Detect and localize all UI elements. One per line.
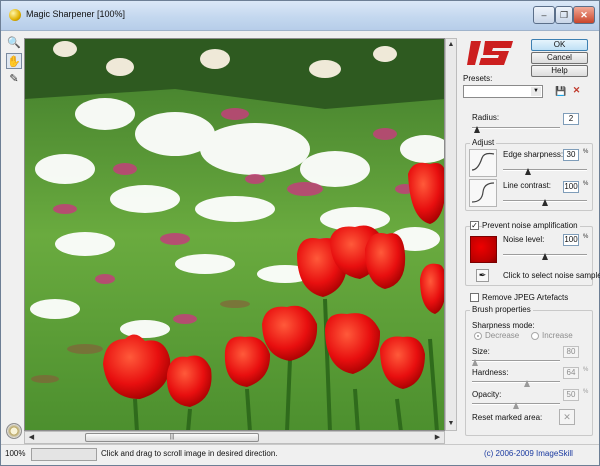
- chevron-down-icon[interactable]: ▼: [531, 87, 541, 96]
- delete-preset-icon[interactable]: ✕: [571, 85, 582, 96]
- size-input[interactable]: 80: [563, 346, 579, 358]
- increase-radio[interactable]: [531, 332, 539, 340]
- scroll-right-arrow-icon[interactable]: ▶: [431, 432, 444, 443]
- slider-thumb[interactable]: [472, 359, 478, 366]
- edge-sharpness-unit: %: [583, 149, 589, 155]
- scroll-up-arrow-icon[interactable]: ▲: [446, 39, 456, 51]
- tool-palette: 🔍 ✋ ✎: [4, 35, 24, 445]
- edge-sharpness-slider[interactable]: [503, 164, 587, 176]
- line-contrast-label: Line contrast:: [503, 181, 552, 190]
- decrease-label: Decrease: [485, 331, 520, 340]
- opacity-unit: %: [583, 389, 589, 395]
- radius-input[interactable]: 2: [563, 113, 579, 125]
- sharpness-mode-label: Sharpness mode:: [472, 321, 535, 330]
- noise-level-input[interactable]: 100: [563, 234, 579, 246]
- hardness-slider[interactable]: [472, 376, 560, 388]
- slider-thumb[interactable]: [513, 402, 519, 409]
- slider-thumb[interactable]: [542, 199, 548, 206]
- vertical-scrollbar[interactable]: ▲ ▼: [445, 38, 457, 431]
- noise-sample-hint: Click to select noise sample: [503, 271, 600, 280]
- prevent-noise-checkbox[interactable]: ✓: [470, 221, 479, 230]
- magic-sharpener-window: Magic Sharpener [100%] – ❐ ✕ 🔍 ✋ ✎ ▲ ▼ ◀…: [0, 0, 600, 466]
- noise-level-slider[interactable]: [503, 249, 587, 261]
- edge-sharpness-input[interactable]: 30: [563, 149, 579, 161]
- edge-sharpness-label: Edge sharpness:: [503, 150, 564, 159]
- line-contrast-unit: %: [583, 181, 589, 187]
- scroll-left-arrow-icon[interactable]: ◀: [25, 432, 38, 443]
- brush-icon[interactable]: ✎: [6, 71, 22, 87]
- progress-indicator: [31, 448, 97, 461]
- remove-jpeg-label: Remove JPEG Artefacts: [482, 293, 569, 302]
- minimize-button[interactable]: –: [533, 6, 555, 24]
- remove-jpeg-checkbox[interactable]: [470, 293, 479, 302]
- radius-slider[interactable]: [472, 122, 560, 134]
- zoom-level: 100%: [5, 449, 26, 458]
- window-title: Magic Sharpener [100%]: [26, 9, 126, 19]
- opacity-input[interactable]: 50: [563, 389, 579, 401]
- hardness-input[interactable]: 64: [563, 367, 579, 379]
- cancel-button[interactable]: Cancel: [531, 52, 588, 64]
- brush-group-title: Brush properties: [470, 305, 533, 314]
- copyright-text: (c) 2006-2009 ImageSkill: [484, 449, 573, 458]
- prevent-noise-label: Prevent noise amplification: [482, 221, 580, 230]
- slider-thumb[interactable]: [542, 253, 548, 260]
- horizontal-scrollbar[interactable]: ◀ ||| ▶: [24, 431, 445, 444]
- hardness-unit: %: [583, 367, 589, 373]
- hand-icon[interactable]: ✋: [6, 53, 22, 69]
- adjust-group-title: Adjust: [470, 138, 497, 147]
- settings-panel: OK Cancel Help Presets: ▼ 💾 ✕ Radius: 2 …: [459, 31, 600, 444]
- help-button[interactable]: Help: [531, 65, 588, 77]
- image-preview[interactable]: [24, 38, 445, 431]
- noise-sample-swatch[interactable]: [470, 236, 497, 263]
- noise-level-unit: %: [583, 234, 589, 240]
- edge-curve-icon: [469, 149, 497, 177]
- eyedropper-icon[interactable]: ✒: [476, 269, 489, 282]
- slider-track: [503, 169, 587, 171]
- slider-track: [472, 127, 560, 129]
- magnifier-icon[interactable]: 🔍: [6, 35, 22, 51]
- size-slider[interactable]: [472, 355, 560, 367]
- slider-thumb[interactable]: [524, 168, 531, 175]
- decrease-radio[interactable]: [474, 332, 482, 340]
- contrast-curve-icon: [469, 179, 497, 207]
- slider-thumb[interactable]: [524, 380, 531, 387]
- restore-button[interactable]: ❐: [555, 6, 573, 24]
- reset-marked-area-button[interactable]: ✕: [559, 409, 575, 425]
- line-contrast-slider[interactable]: [503, 195, 587, 207]
- opacity-slider[interactable]: [472, 398, 560, 410]
- slider-thumb[interactable]: [474, 126, 481, 133]
- line-contrast-input[interactable]: 100: [563, 181, 579, 193]
- horizontal-scroll-thumb[interactable]: |||: [85, 433, 259, 442]
- radius-label: Radius:: [472, 113, 500, 122]
- status-hint: Click and drag to scroll image in desire…: [101, 449, 278, 458]
- slider-track: [472, 360, 560, 362]
- status-bar: 100% Click and drag to scroll image in d…: [1, 444, 599, 465]
- noise-level-label: Noise level:: [503, 235, 545, 244]
- save-preset-icon[interactable]: 💾: [555, 86, 566, 97]
- presets-label: Presets:: [463, 74, 493, 83]
- app-icon: [9, 9, 21, 21]
- reset-marked-area-label: Reset marked area:: [472, 413, 543, 422]
- slider-track: [472, 381, 560, 383]
- scroll-down-arrow-icon[interactable]: ▼: [446, 418, 456, 430]
- ok-button[interactable]: OK: [531, 39, 588, 51]
- imageskill-logo: [467, 41, 513, 65]
- presets-dropdown[interactable]: ▼: [463, 85, 543, 98]
- close-button[interactable]: ✕: [573, 6, 595, 24]
- title-bar[interactable]: Magic Sharpener [100%] – ❐ ✕: [1, 1, 599, 31]
- settings-gear-icon[interactable]: [6, 423, 22, 439]
- increase-label: Increase: [542, 331, 573, 340]
- tulip-photo: [25, 39, 444, 430]
